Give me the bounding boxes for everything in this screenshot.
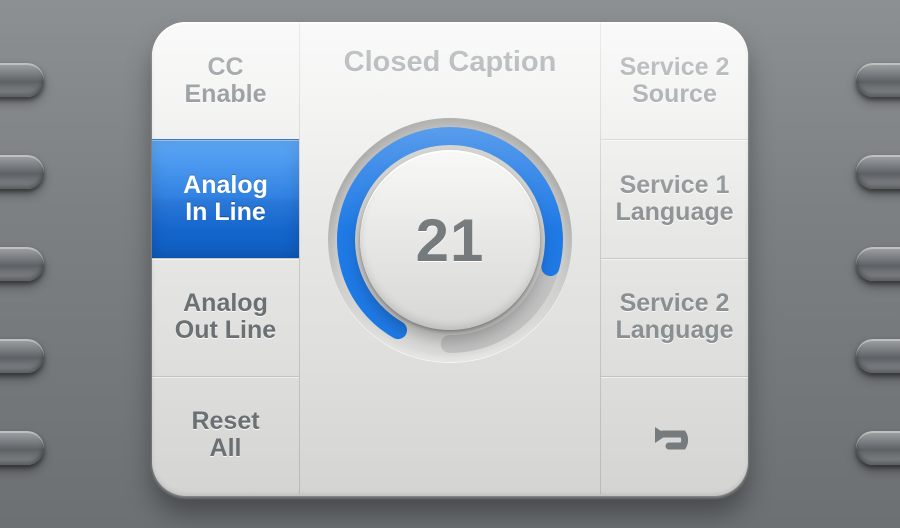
back-icon <box>647 415 703 455</box>
bezel-button <box>856 155 900 189</box>
menu-analog-out-line[interactable]: Analog Out Line <box>152 258 299 376</box>
menu-back[interactable] <box>601 376 748 494</box>
bezel-button <box>856 339 900 373</box>
menu-item-label: Reset All <box>191 408 259 462</box>
right-menu: Service 2 Source Service 1 Language Servic… <box>600 22 748 494</box>
dial-well: 21 <box>328 118 572 362</box>
bezel-button <box>856 431 900 465</box>
settings-panel: CC Enable Analog In Line Analog Out Line Re… <box>152 22 748 496</box>
bezel-button <box>856 247 900 281</box>
menu-analog-in-line[interactable]: Analog In Line <box>152 139 299 257</box>
bezel-left <box>0 0 44 528</box>
menu-cc-enable[interactable]: CC Enable <box>152 22 299 139</box>
menu-service-2-source[interactable]: Service 2 Source <box>601 22 748 139</box>
menu-item-label: CC Enable <box>185 54 267 108</box>
menu-service-1-language[interactable]: Service 1 Language <box>601 139 748 257</box>
menu-item-label: Service 2 Language <box>615 290 733 344</box>
menu-item-label: Service 2 Source <box>620 54 730 108</box>
menu-item-label: Analog Out Line <box>175 290 276 344</box>
menu-reset-all[interactable]: Reset All <box>152 376 299 494</box>
menu-item-label: Service 1 Language <box>615 172 733 226</box>
bezel-button <box>0 63 44 97</box>
menu-item-label: Analog In Line <box>183 172 268 226</box>
panel-title: Closed Caption <box>344 46 557 79</box>
bezel-right <box>856 0 900 528</box>
bezel-button <box>0 155 44 189</box>
bezel-button <box>0 247 44 281</box>
bezel-button <box>0 431 44 465</box>
center-pane: Closed Caption 21 <box>300 22 600 494</box>
dial-knob[interactable]: 21 <box>360 150 540 330</box>
menu-service-2-language[interactable]: Service 2 Language <box>601 258 748 376</box>
bezel-button <box>856 63 900 97</box>
left-menu: CC Enable Analog In Line Analog Out Line Re… <box>152 22 300 494</box>
dial-value: 21 <box>416 206 485 275</box>
bezel-button <box>0 339 44 373</box>
